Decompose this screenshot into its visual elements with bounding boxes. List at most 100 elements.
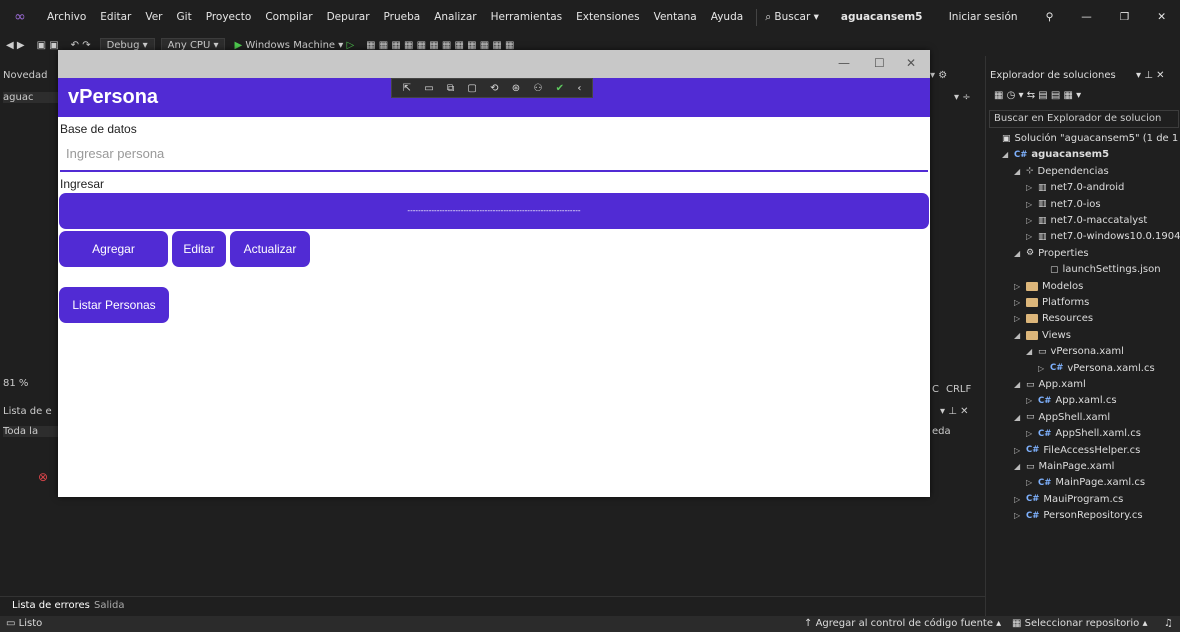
app-close-icon[interactable]: ✕ <box>906 56 916 70</box>
menu-analizar[interactable]: Analizar <box>427 11 483 23</box>
expand-arrow-icon[interactable]: ▷ <box>1026 478 1034 487</box>
expand-arrow-icon[interactable]: ◢ <box>1014 413 1022 422</box>
errors-tab[interactable]: Lista de errores <box>12 600 90 611</box>
tree-item[interactable]: ▷ Platforms <box>1014 294 1089 311</box>
tree-item[interactable]: ▷ ▥ net7.0-maccatalyst <box>1026 212 1147 229</box>
tree-item[interactable]: ◢ ⊹ Dependencias <box>1014 163 1109 180</box>
binding-failures-icon[interactable]: ⊛ <box>512 83 520 94</box>
undo-icon[interactable]: ↶ ↷ <box>65 40 97 51</box>
tree-item[interactable]: ◢ C# aguacansem5 <box>1002 146 1109 163</box>
errors-scope-dropdown[interactable]: Toda la <box>3 426 59 437</box>
tree-item[interactable]: ▷ ▥ net7.0-ios <box>1026 196 1101 213</box>
tree-item[interactable]: ◢ ▭ MainPage.xaml <box>1014 458 1114 475</box>
expand-arrow-icon[interactable]: ▷ <box>1026 183 1034 192</box>
tree-item[interactable]: ▷ ▥ net7.0-windows10.0.1904 <box>1026 228 1180 245</box>
list-persons-button[interactable]: Listar Personas <box>59 287 169 323</box>
expand-arrow-icon[interactable]: ◢ <box>1002 150 1010 159</box>
tree-item[interactable]: ◢ ▭ vPersona.xaml <box>1026 343 1124 360</box>
save-icon[interactable]: ▣ ▣ <box>31 40 65 51</box>
notification-icon[interactable]: ♫ <box>1164 618 1173 629</box>
minimize-icon[interactable]: — <box>1067 11 1106 23</box>
expand-arrow-icon[interactable]: ▷ <box>1014 298 1022 307</box>
live-share-icon[interactable]: ⚲ <box>1032 11 1068 23</box>
tree-item[interactable]: ◢ Views <box>1014 327 1071 344</box>
encoding-label[interactable]: C <box>932 384 939 395</box>
close-icon[interactable]: ✕ <box>1143 11 1180 23</box>
expand-arrow-icon[interactable]: ▷ <box>1014 495 1022 504</box>
tree-item[interactable]: ▷ Resources <box>1014 310 1093 327</box>
run-button[interactable]: ▶ Windows Machine ▾ ▷ <box>228 40 360 51</box>
display-layout-icon[interactable]: ▭ <box>424 83 433 94</box>
tree-item[interactable]: ▷ ▥ net7.0-android <box>1026 179 1124 196</box>
person-input[interactable] <box>60 136 928 172</box>
display-adorners-icon[interactable]: ▢ <box>467 83 476 94</box>
tree-item[interactable]: ▷ C# vPersona.xaml.cs <box>1038 360 1155 377</box>
tree-item[interactable]: ▷ C# FileAccessHelper.cs <box>1014 442 1140 459</box>
tree-item[interactable]: ▷ C# MainPage.xaml.cs <box>1026 474 1145 491</box>
menu-editar[interactable]: Editar <box>93 11 138 23</box>
app-minimize-icon[interactable]: — <box>838 56 850 70</box>
expand-arrow-icon[interactable]: ◢ <box>1026 347 1034 356</box>
expand-arrow-icon[interactable]: ▷ <box>1014 446 1022 455</box>
editor-tab[interactable]: aguac <box>3 92 59 103</box>
tree-item[interactable]: ◢ ▭ App.xaml <box>1014 376 1086 393</box>
edit-button[interactable]: Editar <box>172 231 226 267</box>
menu-ayuda[interactable]: Ayuda <box>704 11 750 23</box>
hot-reload-icon[interactable]: ⟲ <box>490 83 498 94</box>
expand-arrow-icon[interactable]: ▷ <box>1026 216 1034 225</box>
expand-arrow-icon[interactable]: ▷ <box>1026 200 1034 209</box>
menu-ver[interactable]: Ver <box>138 11 169 23</box>
accessibility-icon[interactable]: ⚇ <box>533 83 542 94</box>
settings-icon[interactable]: ▾ ⚙ <box>930 70 947 81</box>
tree-item[interactable]: ▣ Solución "aguacansem5" (1 de 1 p <box>990 130 1180 147</box>
collapse-icon[interactable]: ‹ <box>577 83 581 94</box>
update-button[interactable]: Actualizar <box>230 231 310 267</box>
menu-extensiones[interactable]: Extensiones <box>569 11 646 23</box>
news-tab[interactable]: Novedad <box>3 70 59 81</box>
panel-pin-icon[interactable]: ▾ ⊥ ✕ <box>940 406 968 417</box>
expand-arrow-icon[interactable]: ▷ <box>1038 364 1046 373</box>
add-button[interactable]: Agregar <box>59 231 168 267</box>
zoom-level[interactable]: 81 % <box>3 378 59 389</box>
expand-arrow-icon[interactable]: ◢ <box>1014 249 1022 258</box>
menu-proyecto[interactable]: Proyecto <box>199 11 259 23</box>
split-icon[interactable]: ▾ ÷ <box>954 92 971 103</box>
panel-controls-icon[interactable]: ▾ ⊥ ✕ <box>1136 70 1164 81</box>
signin-link[interactable]: Iniciar sesión <box>935 11 1032 23</box>
menu-archivo[interactable]: Archivo <box>40 11 93 23</box>
track-focus-icon[interactable]: ⧉ <box>447 83 454 94</box>
expand-arrow-icon[interactable]: ◢ <box>1014 167 1022 176</box>
solution-explorer-toolbar[interactable]: ▦ ◷ ▾ ⇆ ▤ ▤ ▦ ▾ <box>994 90 1081 101</box>
expand-arrow-icon[interactable]: ▷ <box>1026 232 1034 241</box>
tree-item[interactable]: ▷ C# PersonRepository.cs <box>1014 507 1143 524</box>
menu-herramientas[interactable]: Herramientas <box>484 11 570 23</box>
menu-compilar[interactable]: Compilar <box>258 11 319 23</box>
solution-search-input[interactable]: Buscar en Explorador de solucion <box>989 110 1179 128</box>
tree-item[interactable]: ▷ C# App.xaml.cs <box>1026 392 1117 409</box>
search-button[interactable]: ⌕ Buscar ▾ <box>756 8 827 26</box>
expand-arrow-icon[interactable]: ▷ <box>1026 429 1034 438</box>
app-maximize-icon[interactable]: ☐ <box>874 56 885 70</box>
expand-arrow-icon[interactable]: ▷ <box>1014 511 1022 520</box>
select-repository[interactable]: ▦ Seleccionar repositorio ▴ <box>1012 618 1147 629</box>
output-tab[interactable]: Salida <box>94 600 125 611</box>
menu-git[interactable]: Git <box>170 11 199 23</box>
expand-arrow-icon[interactable]: ◢ <box>1014 331 1022 340</box>
tree-item[interactable]: ◢ ▭ AppShell.xaml <box>1014 409 1110 426</box>
tools-icons[interactable]: ▦ ▦ ▦ ▦ ▦ ▦ ▦ ▦ ▦ ▦ ▦ ▦ <box>360 40 520 51</box>
restore-icon[interactable]: ❐ <box>1106 11 1143 23</box>
tree-item[interactable]: ▷ Modelos <box>1014 278 1083 295</box>
select-element-icon[interactable]: ⇱ <box>403 83 411 94</box>
menu-prueba[interactable]: Prueba <box>377 11 428 23</box>
expand-arrow-icon[interactable]: ◢ <box>1014 462 1022 471</box>
check-icon[interactable]: ✔ <box>556 83 564 94</box>
expand-arrow-icon[interactable]: ◢ <box>1014 380 1022 389</box>
add-to-source-control[interactable]: ↑ Agregar al control de código fuente ▴ <box>804 618 1001 629</box>
expand-arrow-icon[interactable]: ▷ <box>1014 314 1022 323</box>
menu-depurar[interactable]: Depurar <box>320 11 377 23</box>
tree-item[interactable]: ▷ C# AppShell.xaml.cs <box>1026 425 1141 442</box>
menu-ventana[interactable]: Ventana <box>647 11 704 23</box>
line-ending-label[interactable]: CRLF <box>946 384 971 395</box>
tree-item[interactable]: ▢ launchSettings.json <box>1038 261 1161 278</box>
tree-item[interactable]: ▷ C# MauiProgram.cs <box>1014 491 1123 508</box>
